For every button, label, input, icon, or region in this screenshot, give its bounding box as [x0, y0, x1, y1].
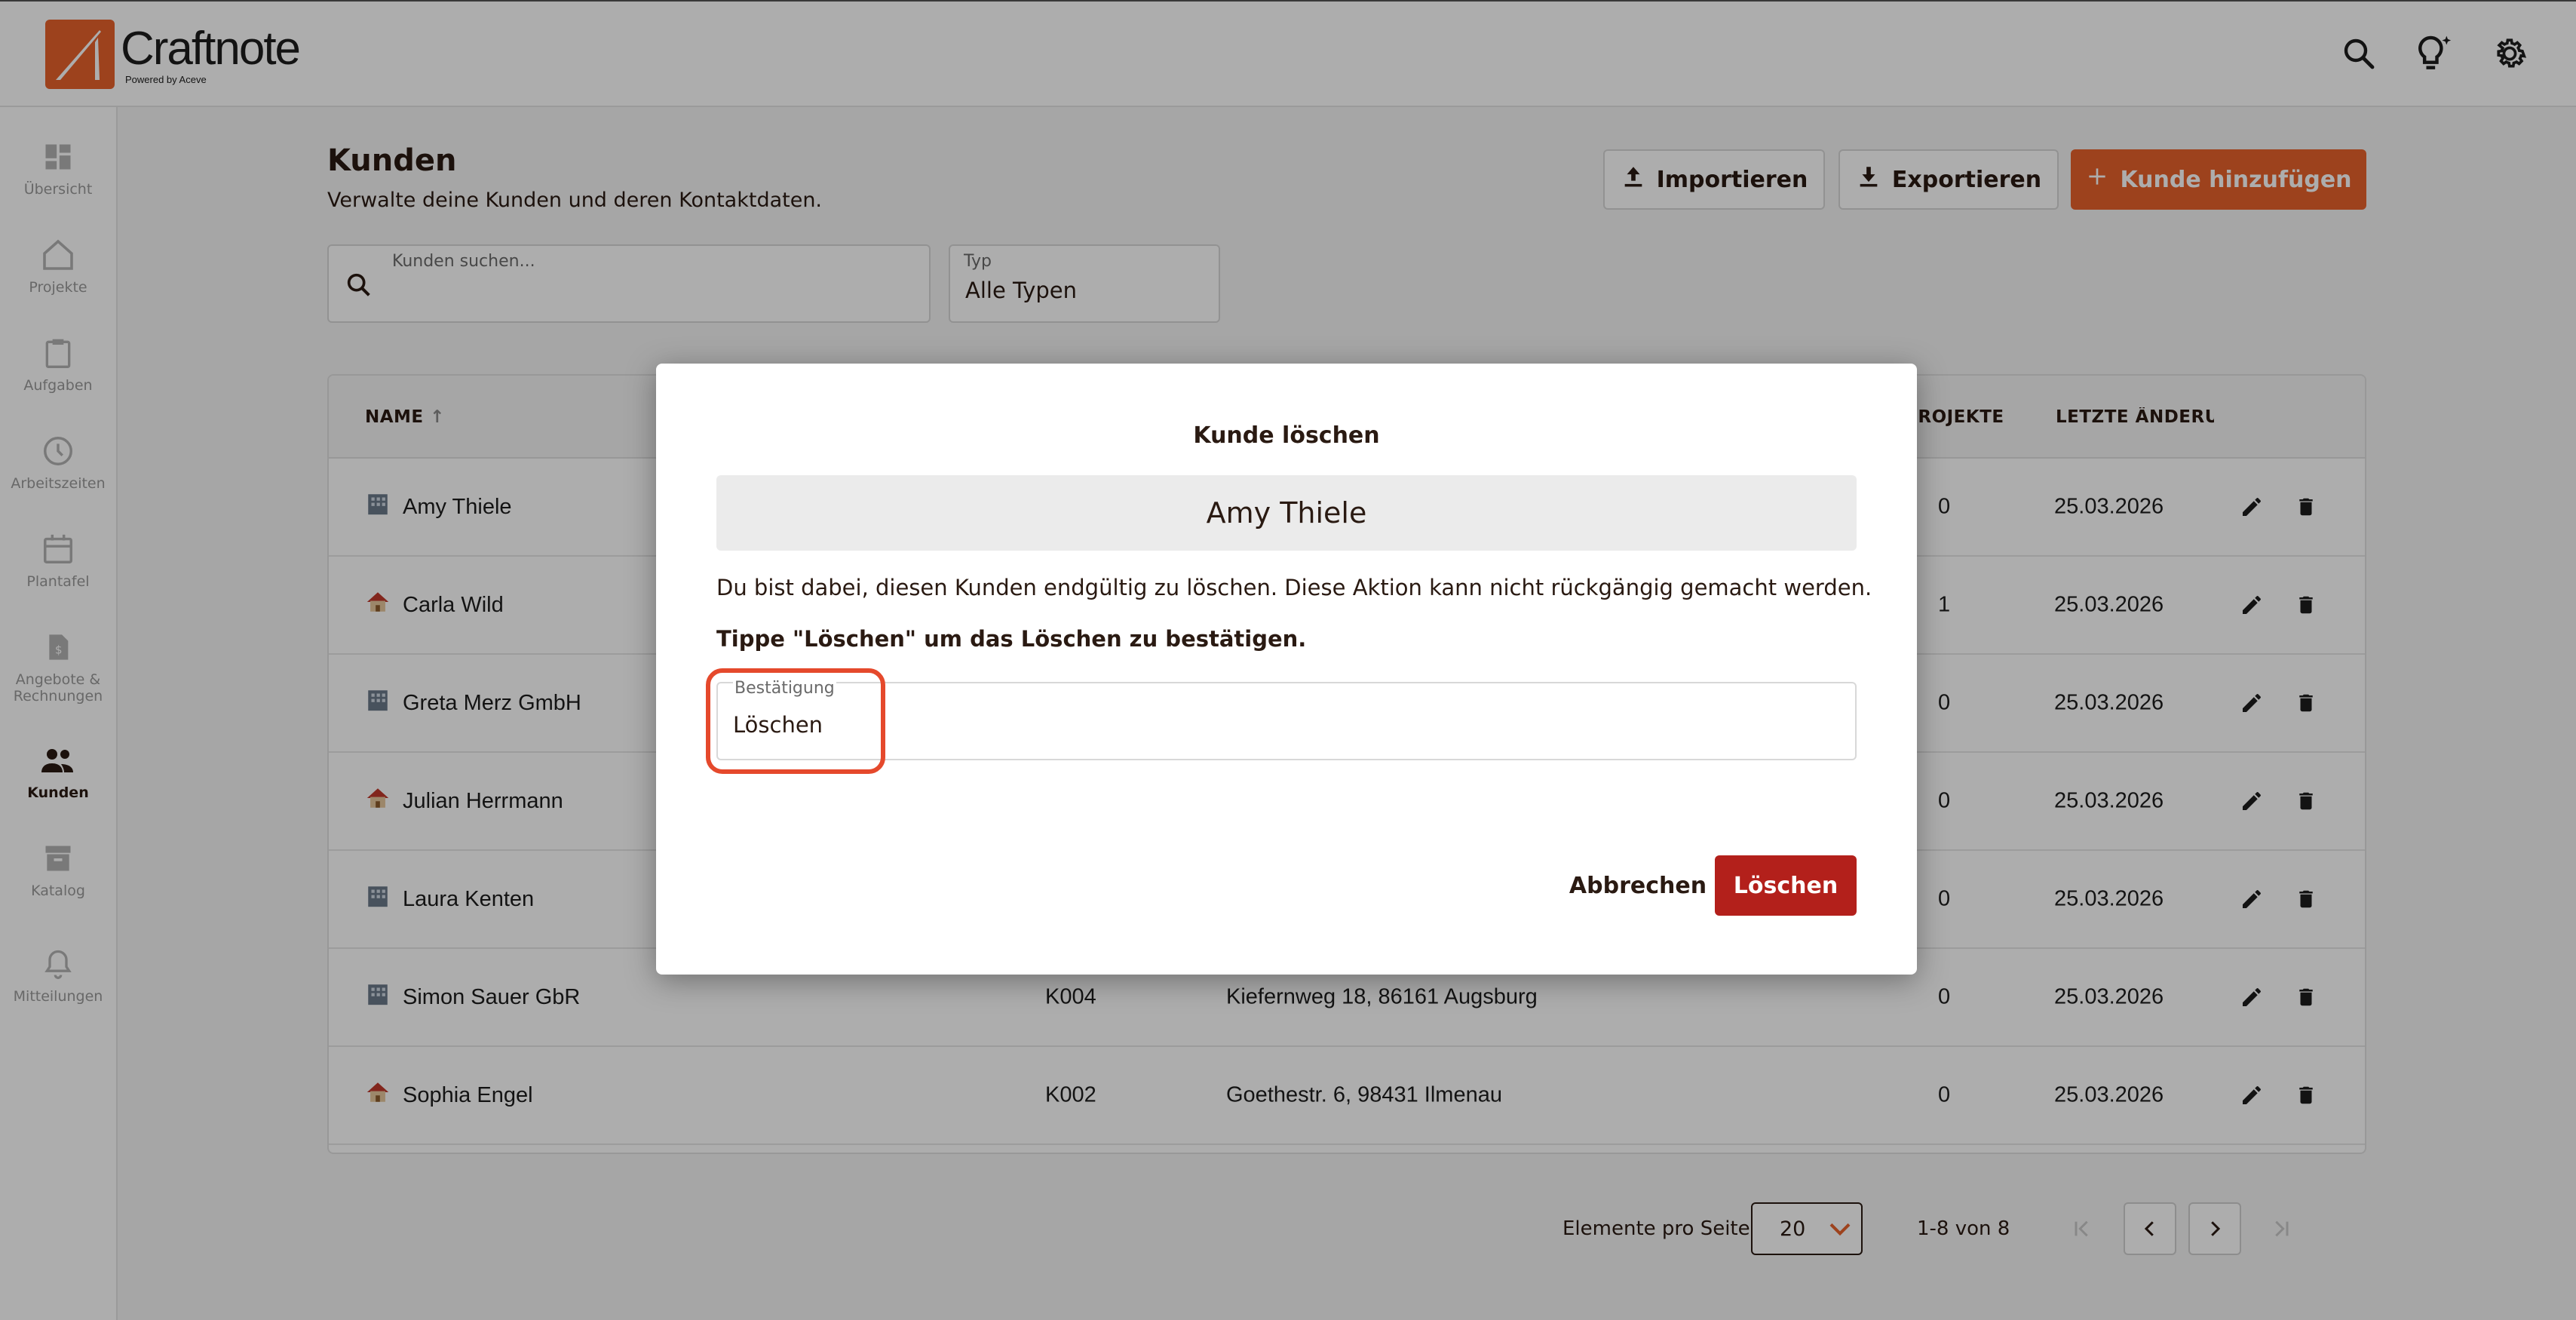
- confirmation-input[interactable]: Bestätigung Löschen: [716, 679, 1857, 760]
- dialog-instruction: Tippe "Löschen" um das Löschen zu bestät…: [716, 626, 1307, 652]
- confirm-delete-button[interactable]: Löschen: [1715, 855, 1857, 916]
- cancel-button[interactable]: Abbrechen: [1540, 855, 1736, 916]
- dialog-warning: Du bist dabei, diesen Kunden endgültig z…: [716, 575, 1872, 600]
- dialog-customer-name: Amy Thiele: [716, 475, 1857, 551]
- annotation-highlight-box: [706, 668, 885, 774]
- dialog-title: Kunde löschen: [1193, 422, 1380, 449]
